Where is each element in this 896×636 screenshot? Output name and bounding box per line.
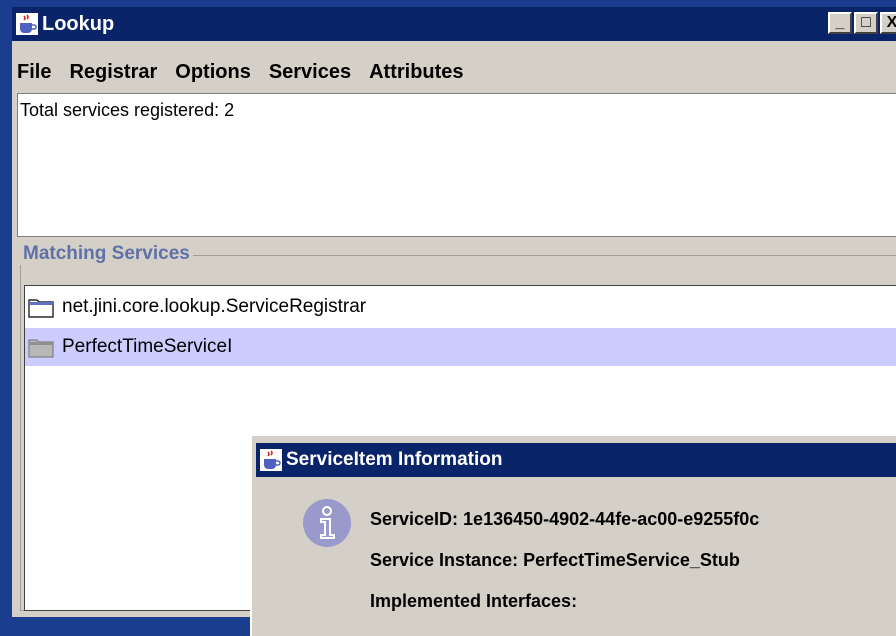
menu-bar: File Registrar Options Services Attribut… <box>12 55 467 89</box>
menu-attributes[interactable]: Attributes <box>369 61 463 84</box>
menu-registrar[interactable]: Registrar <box>69 61 157 84</box>
window-title: Lookup <box>42 12 115 35</box>
java-cup-icon <box>260 449 282 471</box>
list-item-selected[interactable]: PerfectTimeServiceI <box>25 328 896 366</box>
info-icon <box>303 499 351 547</box>
dialog-title: ServiceItem Information <box>286 449 503 470</box>
minimize-button[interactable]: _ <box>828 12 852 34</box>
status-text-area[interactable]: Total services registered: 2 <box>17 93 896 237</box>
menu-file[interactable]: File <box>17 61 51 84</box>
matching-services-title: Matching Services <box>20 243 193 265</box>
list-item[interactable]: net.jini.core.lookup.ServiceRegistrar <box>25 288 896 326</box>
service-id-text: ServiceID: 1e136450-4902-44fe-ac00-e9255… <box>370 509 760 529</box>
list-item-label: net.jini.core.lookup.ServiceRegistrar <box>62 296 367 317</box>
list-item-label: PerfectTimeServiceI <box>62 336 233 357</box>
services-count-text: Total services registered: 2 <box>20 100 235 120</box>
menu-options[interactable]: Options <box>175 61 251 84</box>
close-button[interactable]: X <box>880 12 896 34</box>
service-instance-text: Service Instance: PerfectTimeService_Stu… <box>370 550 740 570</box>
serviceitem-dialog: ServiceItem Information ServiceID: 1e136… <box>250 434 896 636</box>
maximize-button[interactable]: □ <box>854 12 878 34</box>
folder-icon <box>28 339 54 358</box>
java-cup-icon <box>16 13 38 35</box>
menu-services[interactable]: Services <box>269 61 351 84</box>
title-bar[interactable]: Lookup _ □ X <box>12 7 896 41</box>
dialog-title-bar[interactable]: ServiceItem Information <box>256 443 896 477</box>
implemented-interfaces-text: Implemented Interfaces: <box>370 591 578 611</box>
folder-icon <box>28 299 54 318</box>
